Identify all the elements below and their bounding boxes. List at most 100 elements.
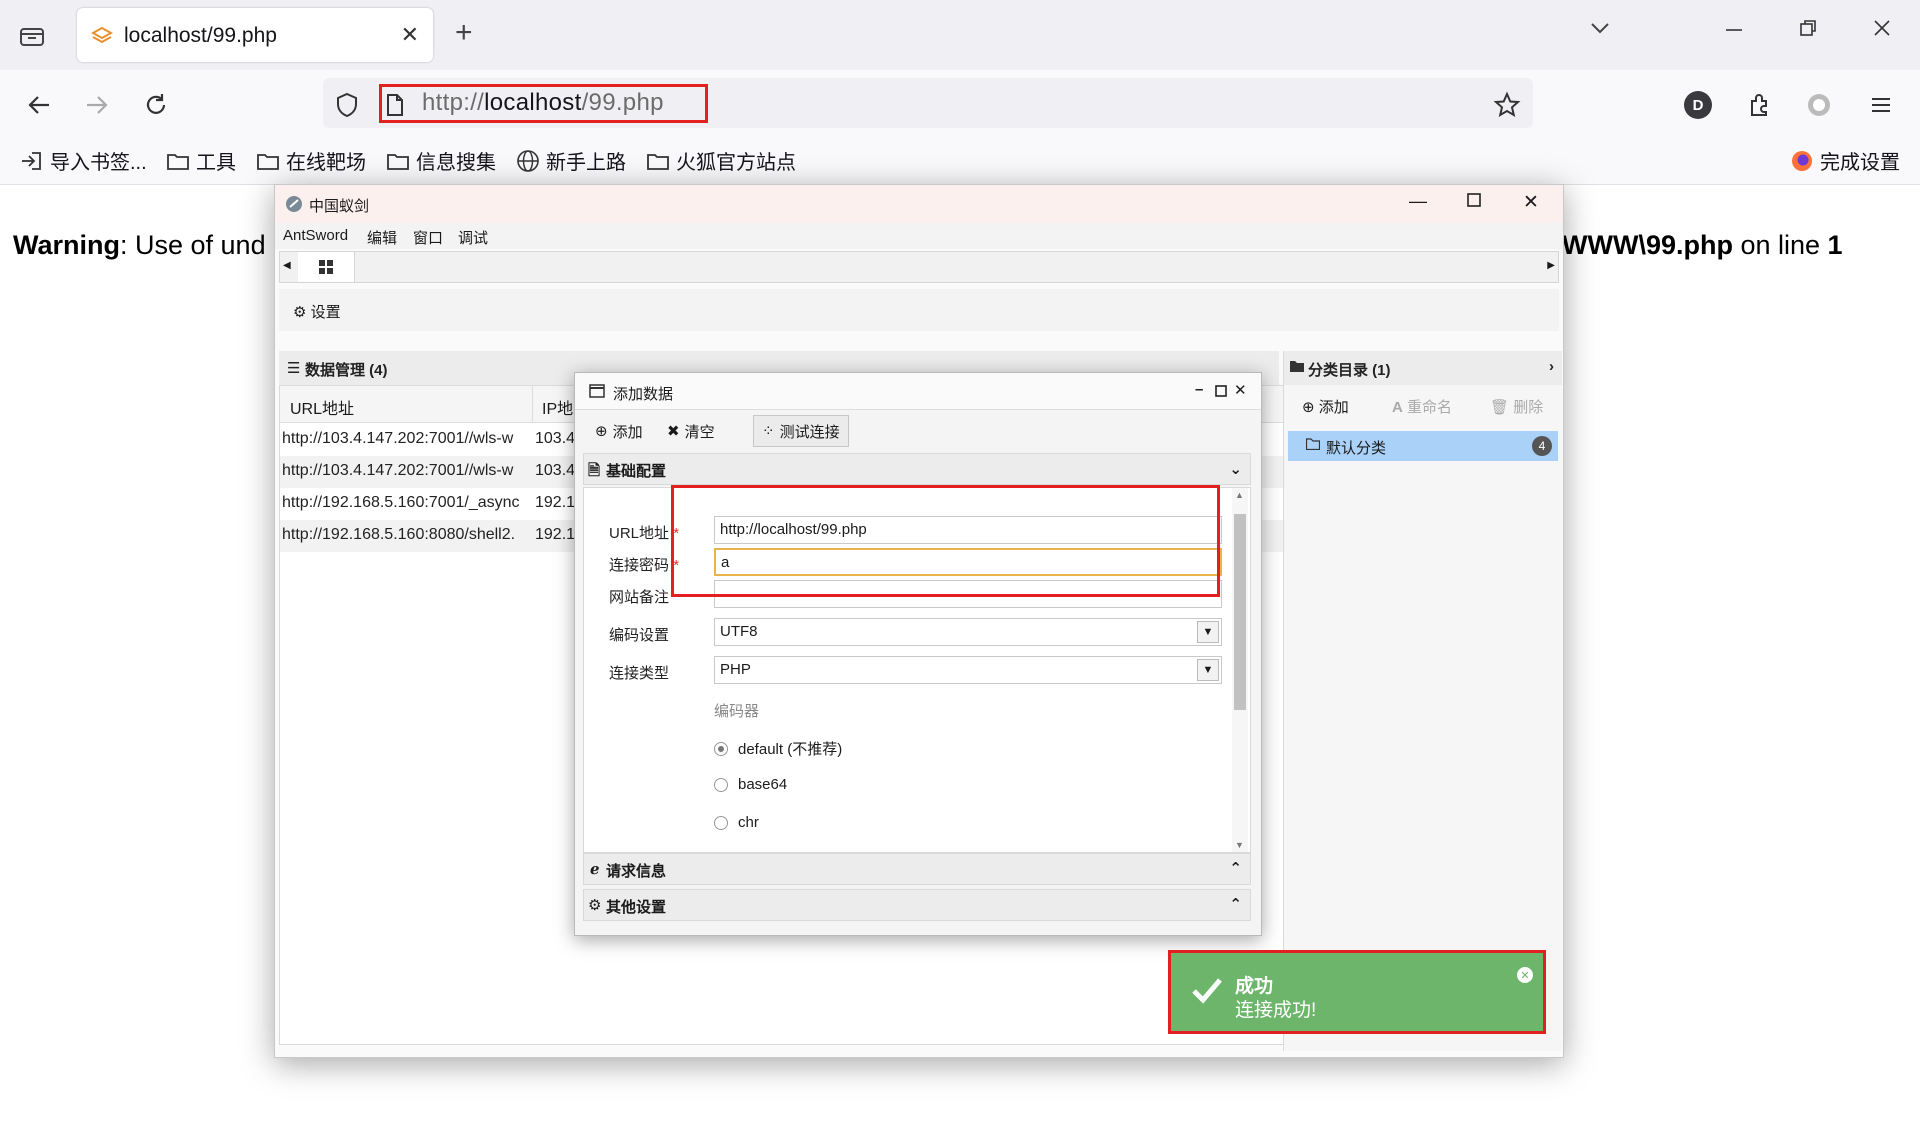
close-window-icon[interactable] bbox=[1872, 18, 1892, 44]
menu-edit[interactable]: 编辑 bbox=[367, 227, 397, 248]
minimize-icon[interactable] bbox=[1724, 18, 1744, 44]
window-icon bbox=[589, 383, 605, 403]
fields-highlight-box bbox=[671, 485, 1220, 597]
encoding-select[interactable]: UTF8 ▼ bbox=[714, 618, 1222, 646]
encoding-label: 编码设置 bbox=[609, 627, 670, 644]
scrollbar-thumb[interactable] bbox=[1234, 514, 1246, 710]
php-warning-right: WWW\99.php on line 1 bbox=[1562, 230, 1843, 260]
bookmark-getting-started[interactable]: 新手上路 bbox=[516, 146, 626, 175]
tab-bar: localhost/99.php ✕ + bbox=[0, 0, 1920, 70]
settings-button[interactable]: ⚙ 设置 bbox=[293, 301, 341, 322]
type-select[interactable]: PHP ▼ bbox=[714, 656, 1222, 684]
menu-debug[interactable]: 调试 bbox=[458, 227, 488, 248]
bookmark-folder-tools[interactable]: 工具 bbox=[166, 146, 236, 175]
gears-icon: ⚙ bbox=[588, 897, 602, 914]
forward-arrow-icon[interactable] bbox=[80, 88, 114, 122]
category-panel-header: 分类目录 (1) › bbox=[1284, 351, 1562, 385]
tab-title: localhost/99.php bbox=[124, 24, 277, 47]
col-url[interactable]: URL地址 bbox=[290, 395, 354, 419]
font-icon: A bbox=[1392, 399, 1403, 416]
import-icon bbox=[22, 151, 41, 170]
tab-scroll-left-icon[interactable]: ◀ bbox=[283, 260, 291, 271]
spinner-icon: ⁘ bbox=[762, 423, 775, 440]
finish-setup-button[interactable]: 完成设置 bbox=[1790, 146, 1900, 175]
category-delete-button[interactable]: 🗑 删除 bbox=[1490, 396, 1543, 417]
x-icon: ✖ bbox=[667, 423, 680, 440]
antsword-toolbar: ⚙ 设置 bbox=[279, 289, 1559, 331]
antsword-tabstrip: ◀ ▶ bbox=[279, 251, 1559, 283]
other-settings-header[interactable]: ⚙ 其他设置 ⌃ bbox=[583, 889, 1251, 921]
bookmark-star-icon[interactable] bbox=[1490, 88, 1524, 122]
antsword-title: 中国蚁剑 bbox=[309, 198, 370, 215]
bookmark-folder-firefox[interactable]: 火狐官方站点 bbox=[646, 146, 796, 175]
form-scrollbar[interactable]: ▲ ▼ bbox=[1232, 488, 1248, 852]
category-count-badge: 4 bbox=[1532, 436, 1552, 456]
category-add-button[interactable]: ⊕ 添加 bbox=[1302, 396, 1349, 417]
encoder-label: 编码器 bbox=[714, 703, 760, 720]
request-info-header[interactable]: ℯ 请求信息 ⌃ bbox=[583, 853, 1251, 885]
ant-maximize-icon[interactable] bbox=[1467, 193, 1481, 212]
folder-open-icon bbox=[1305, 437, 1321, 454]
grid-icon bbox=[319, 260, 333, 274]
chevron-up-icon: ⌃ bbox=[1229, 896, 1242, 913]
bookmark-import[interactable]: 导入书签... bbox=[20, 146, 147, 175]
type-label: 连接类型 bbox=[609, 665, 670, 682]
encoder-base64-radio[interactable]: base64 bbox=[714, 776, 787, 793]
back-arrow-icon[interactable] bbox=[22, 88, 56, 122]
dialog-maximize-icon[interactable] bbox=[1215, 384, 1227, 401]
toast-close-icon[interactable]: ✕ bbox=[1517, 967, 1533, 983]
dialog-clear-button[interactable]: ✖ 清空 bbox=[659, 415, 725, 447]
toast-title: 成功 bbox=[1235, 976, 1274, 997]
add-data-dialog: 添加数据 – ✕ ⊕ 添加 ✖ 清空 ⁘ 测试连接 🗎 基础配置 ⌄ URL地址 * … bbox=[574, 372, 1262, 936]
chevron-down-icon: ▼ bbox=[1197, 659, 1219, 681]
col-ip[interactable]: IP地 bbox=[542, 395, 573, 419]
url-label: URL地址 * bbox=[609, 525, 680, 542]
url-highlight-box bbox=[379, 84, 708, 123]
chevron-up-icon: ⌃ bbox=[1229, 860, 1242, 877]
bookmark-folder-range[interactable]: 在线靶场 bbox=[256, 146, 366, 175]
dialog-titlebar: 添加数据 – ✕ bbox=[575, 373, 1261, 410]
stack-favicon-icon bbox=[90, 25, 114, 52]
category-panel: 分类目录 (1) › ⊕ 添加 A 重命名 🗑 删除 默认分类 4 bbox=[1283, 351, 1562, 1051]
tab-list-icon[interactable] bbox=[16, 20, 48, 52]
category-rename-button[interactable]: A 重命名 bbox=[1392, 396, 1452, 417]
bookmark-folder-info[interactable]: 信息搜集 bbox=[386, 146, 496, 175]
tab-scroll-right-icon[interactable]: ▶ bbox=[1547, 260, 1555, 271]
list-icon: ☰ bbox=[287, 360, 301, 377]
browser-tab[interactable]: localhost/99.php ✕ bbox=[77, 8, 433, 62]
folder-icon bbox=[647, 153, 669, 170]
dialog-minimize-icon[interactable]: – bbox=[1195, 381, 1203, 398]
globe-icon bbox=[517, 149, 539, 172]
ant-close-icon[interactable]: ✕ bbox=[1523, 191, 1539, 214]
dialog-close-icon[interactable]: ✕ bbox=[1234, 381, 1247, 399]
menu-hamburger-icon[interactable] bbox=[1864, 88, 1898, 122]
new-tab-icon[interactable]: + bbox=[455, 18, 473, 48]
tab-overflow-icon[interactable] bbox=[1588, 18, 1612, 44]
checkmark-icon bbox=[1191, 975, 1223, 1010]
menu-antsword[interactable]: AntSword bbox=[283, 227, 348, 244]
password-label: 连接密码 * bbox=[609, 557, 680, 574]
folder-icon bbox=[1290, 359, 1304, 376]
menu-window[interactable]: 窗口 bbox=[413, 227, 443, 248]
extensions-icon[interactable] bbox=[1742, 88, 1776, 122]
basic-config-header[interactable]: 🗎 基础配置 ⌄ bbox=[583, 453, 1251, 485]
tab-home[interactable] bbox=[298, 252, 355, 282]
restore-icon[interactable] bbox=[1798, 18, 1818, 44]
encoder-default-radio[interactable]: default (不推荐) bbox=[714, 738, 842, 759]
reload-icon[interactable] bbox=[139, 88, 173, 122]
record-extension-icon[interactable] bbox=[1802, 88, 1836, 122]
dialog-title: 添加数据 bbox=[613, 386, 674, 403]
chevron-down-icon: ▼ bbox=[1197, 621, 1219, 643]
ant-minimize-icon[interactable]: — bbox=[1409, 191, 1427, 212]
encoder-chr-radio[interactable]: chr bbox=[714, 814, 759, 831]
dialog-add-button[interactable]: ⊕ 添加 bbox=[587, 415, 653, 447]
category-item-default[interactable]: 默认分类 4 bbox=[1288, 431, 1558, 461]
shield-icon[interactable] bbox=[330, 88, 364, 122]
plus-circle-icon: ⊕ bbox=[1302, 399, 1315, 416]
test-connection-button[interactable]: ⁘ 测试连接 bbox=[753, 415, 849, 447]
folder-icon bbox=[257, 153, 279, 170]
profile-avatar[interactable]: D bbox=[1681, 88, 1715, 122]
chevron-right-icon[interactable]: › bbox=[1549, 358, 1554, 375]
tab-close-icon[interactable]: ✕ bbox=[401, 22, 419, 48]
antsword-logo-icon bbox=[285, 195, 303, 218]
